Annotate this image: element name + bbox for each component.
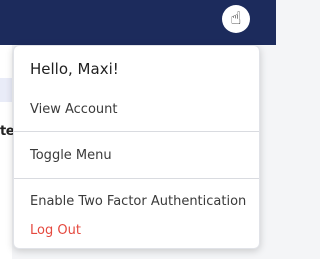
- pointer-hand-icon: ☝: [230, 8, 242, 29]
- top-navigation-bar: ☝: [0, 0, 276, 45]
- background-highlight-band: [0, 78, 12, 102]
- background-truncated-text: te: [0, 124, 15, 139]
- toggle-menu-link[interactable]: Toggle Menu: [30, 148, 112, 163]
- greeting-text: Hello, Maxi!: [30, 60, 119, 78]
- user-menu-button[interactable]: ☝: [222, 5, 250, 33]
- log-out-link[interactable]: Log Out: [30, 223, 81, 238]
- enable-two-factor-link[interactable]: Enable Two Factor Authentication: [30, 194, 246, 209]
- menu-divider: [14, 178, 259, 179]
- view-account-link[interactable]: View Account: [30, 102, 117, 117]
- menu-divider: [14, 131, 259, 132]
- user-dropdown-menu: Hello, Maxi! View Account Toggle Menu En…: [13, 45, 260, 249]
